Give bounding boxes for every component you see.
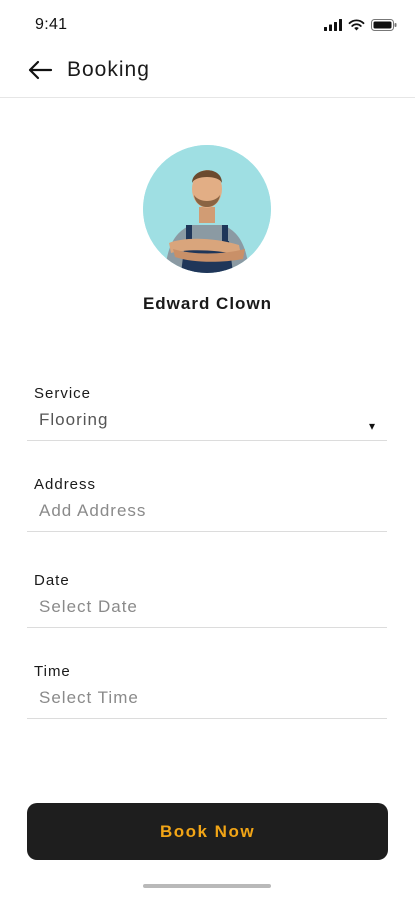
status-icons: [324, 17, 397, 33]
time-input[interactable]: Select Time: [27, 685, 387, 719]
home-indicator: [143, 884, 271, 888]
battery-icon: [371, 19, 397, 31]
status-bar: 9:41: [0, 0, 415, 48]
address-input[interactable]: Add Address: [27, 498, 387, 532]
status-time: 9:41: [35, 16, 68, 33]
back-button[interactable]: [25, 57, 55, 87]
provider-name: Edward Clown: [142, 294, 273, 313]
booking-screen: 9:41 Booking Edward Clown Service Floori…: [0, 0, 415, 900]
caret-down-icon: ▾: [368, 419, 375, 433]
date-label: Date: [34, 572, 70, 589]
service-dropdown[interactable]: Flooring ▾: [27, 407, 387, 441]
time-label: Time: [34, 663, 71, 680]
service-value: Flooring: [39, 410, 109, 429]
address-label: Address: [34, 476, 97, 493]
date-placeholder: Select Date: [39, 597, 138, 616]
app-header: Booking: [0, 48, 415, 98]
address-placeholder: Add Address: [39, 501, 147, 520]
arrow-left-icon: [27, 60, 53, 85]
book-now-button[interactable]: Book Now: [27, 803, 388, 860]
page-title: Booking: [67, 58, 150, 81]
wifi-icon: [348, 19, 365, 31]
date-input[interactable]: Select Date: [27, 594, 387, 628]
time-placeholder: Select Time: [39, 688, 139, 707]
book-now-label: Book Now: [159, 821, 256, 841]
avatar: [143, 145, 271, 273]
signal-icon: [324, 19, 342, 31]
service-label: Service: [34, 385, 92, 402]
